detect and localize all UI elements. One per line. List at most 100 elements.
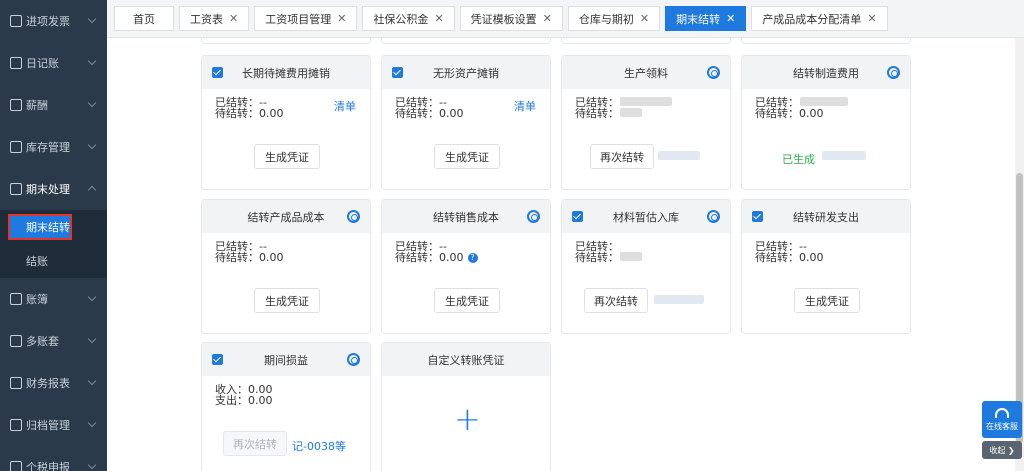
archive-icon xyxy=(10,419,22,431)
sidebar-item-salary[interactable]: 薪酬 xyxy=(0,84,107,126)
close-icon[interactable]: ✕ xyxy=(229,12,238,25)
card-title: 结转销售成本 xyxy=(433,210,499,224)
tab-payroll[interactable]: 工资表 ✕ xyxy=(179,6,250,31)
sidebar-subitem-close-books[interactable]: 结账 xyxy=(0,244,107,278)
tab-label: 工资项目管理 xyxy=(265,12,332,26)
card-title: 无形资产摊销 xyxy=(433,66,499,80)
card-title: 自定义转账凭证 xyxy=(427,353,505,367)
salary-icon xyxy=(10,99,22,111)
voucher-link[interactable]: 记-0038等 xyxy=(292,438,346,454)
card-sales-cost: 结转销售成本 已结转：-- 待结转：0.00? 生成凭证 xyxy=(381,199,551,334)
sidebar-item-period-end[interactable]: 期末处理 xyxy=(0,168,107,210)
generated-status: 已生成 xyxy=(782,153,815,166)
tab-home[interactable]: 首页 xyxy=(114,6,174,31)
generate-voucher-button[interactable]: 生成凭证 xyxy=(434,144,500,169)
card-partial xyxy=(561,38,731,44)
tab-product-cost-list[interactable]: 产成品成本分配清单 ✕ xyxy=(751,6,888,31)
sidebar-item-inventory[interactable]: 库存管理 xyxy=(0,126,107,168)
gear-icon[interactable] xyxy=(527,210,540,223)
journal-icon xyxy=(10,57,22,69)
card-manufacturing-overhead: 结转制造费用 已结转： 待结转：0.00 已生成 xyxy=(741,55,911,190)
pending-amount: 待结转：0.00 xyxy=(755,251,824,264)
checkbox[interactable] xyxy=(572,211,583,222)
ledger-icon xyxy=(10,293,22,305)
expense-amount: 支出：0.00 xyxy=(215,394,273,407)
pending-amount: 待结转： xyxy=(575,251,619,264)
card-period-profit-loss: 期间损益 收入：0.00 支出：0.00 再次结转 记-0038等 xyxy=(201,342,371,471)
sidebar-item-label: 财务报表 xyxy=(26,377,70,390)
tab-bar: 首页 工资表 ✕ 工资项目管理 ✕ 社保公积金 ✕ 凭证模板设置 ✕ 仓库与期初 ✕ 期末… xyxy=(107,0,1024,38)
gear-icon[interactable] xyxy=(347,353,360,366)
sidebar-item-label: 期末处理 xyxy=(26,183,70,196)
chevron-down-icon xyxy=(87,56,97,66)
generate-voucher-button[interactable]: 生成凭证 xyxy=(254,144,320,169)
tab-period-carryover[interactable]: 期末结转 ✕ xyxy=(665,6,747,31)
card-intangible-amortization: 无形资产摊销 已结转：-- 待结转：0.00 清单 生成凭证 xyxy=(381,55,551,190)
sidebar-item-journal[interactable]: 日记账 xyxy=(0,42,107,84)
online-service-button[interactable]: 在线客服 xyxy=(982,401,1022,438)
redacted-value xyxy=(620,252,642,261)
sidebar-item-reports[interactable]: 财务报表 xyxy=(0,362,107,404)
chevron-down-icon xyxy=(87,418,97,428)
report-icon xyxy=(10,377,22,389)
redacted-value xyxy=(620,108,642,117)
card-partial xyxy=(381,38,551,44)
checkbox[interactable] xyxy=(392,67,403,78)
gear-icon[interactable] xyxy=(707,210,720,223)
chevron-down-icon xyxy=(87,376,97,386)
redacted-value xyxy=(620,97,672,106)
tab-warehouse[interactable]: 仓库与期初 ✕ xyxy=(567,6,661,31)
close-icon[interactable]: ✕ xyxy=(434,12,443,25)
close-icon[interactable]: ✕ xyxy=(726,12,735,25)
card-rd-expense: 结转研发支出 已结转：-- 待结转：0.00 生成凭证 xyxy=(741,199,911,334)
sidebar-item-multi-account[interactable]: 多账套 xyxy=(0,320,107,362)
collapse-button[interactable]: 收起 ❯ xyxy=(982,441,1022,459)
gear-icon[interactable] xyxy=(347,210,360,223)
card-title: 结转研发支出 xyxy=(793,210,859,224)
service-label: 在线客服 xyxy=(986,421,1018,431)
sidebar-item-archive[interactable]: 归档管理 xyxy=(0,404,107,446)
plus-icon[interactable]: + xyxy=(454,400,481,438)
checkbox[interactable] xyxy=(752,211,763,222)
close-icon[interactable]: ✕ xyxy=(640,12,649,25)
sidebar-item-invoice[interactable]: 进项发票 xyxy=(0,0,107,42)
card-title: 结转产成品成本 xyxy=(247,210,325,224)
card-long-term-amortization: 长期待摊费用摊销 已结转：-- 待结转：0.00 清单 生成凭证 xyxy=(201,55,371,190)
tab-label: 仓库与期初 xyxy=(578,12,634,26)
generate-voucher-button[interactable]: 生成凭证 xyxy=(794,288,860,313)
multi-account-icon xyxy=(10,335,22,347)
tab-payroll-items[interactable]: 工资项目管理 ✕ xyxy=(254,6,358,31)
generate-voucher-button[interactable]: 生成凭证 xyxy=(254,288,320,313)
gear-icon[interactable] xyxy=(887,66,900,79)
tab-label: 期末结转 xyxy=(676,12,721,26)
tab-label: 产成品成本分配清单 xyxy=(762,12,862,26)
tab-label: 凭证模板设置 xyxy=(470,12,537,26)
list-link[interactable]: 清单 xyxy=(334,98,356,114)
generate-voucher-button[interactable]: 生成凭证 xyxy=(434,288,500,313)
re-carryover-button[interactable]: 再次结转 xyxy=(223,431,287,456)
card-finished-goods-cost: 结转产成品成本 已结转：-- 待结转：0.00 生成凭证 xyxy=(201,199,371,334)
checkbox[interactable] xyxy=(212,354,223,365)
tab-social-insurance[interactable]: 社保公积金 ✕ xyxy=(362,6,455,31)
sidebar-subitem-period-carryover[interactable]: 期末结转 xyxy=(8,214,72,240)
sidebar-item-tax[interactable]: 个税申报 xyxy=(0,446,107,471)
help-icon[interactable]: ? xyxy=(467,253,478,263)
chevron-down-icon xyxy=(87,460,97,470)
close-icon[interactable]: ✕ xyxy=(867,12,876,25)
tab-voucher-template[interactable]: 凭证模板设置 ✕ xyxy=(459,6,563,31)
gear-icon[interactable] xyxy=(707,66,720,79)
card-title: 期间损益 xyxy=(264,353,308,367)
sidebar-item-ledger[interactable]: 账簿 xyxy=(0,278,107,320)
close-icon[interactable]: ✕ xyxy=(543,12,552,25)
list-link[interactable]: 清单 xyxy=(514,98,536,114)
chevron-down-icon xyxy=(87,14,97,24)
close-icon[interactable]: ✕ xyxy=(337,12,346,25)
re-carryover-button[interactable]: 再次结转 xyxy=(590,144,654,169)
warehouse-icon xyxy=(10,141,22,153)
checkbox[interactable] xyxy=(212,67,223,78)
sidebar-submenu: 期末结转 结账 xyxy=(0,210,107,278)
card-custom-transfer[interactable]: 自定义转账凭证 + xyxy=(381,342,551,471)
re-carryover-button[interactable]: 再次结转 xyxy=(584,288,648,313)
redacted-voucher xyxy=(822,151,866,160)
pending-amount: 待结转：0.00 xyxy=(395,107,464,120)
